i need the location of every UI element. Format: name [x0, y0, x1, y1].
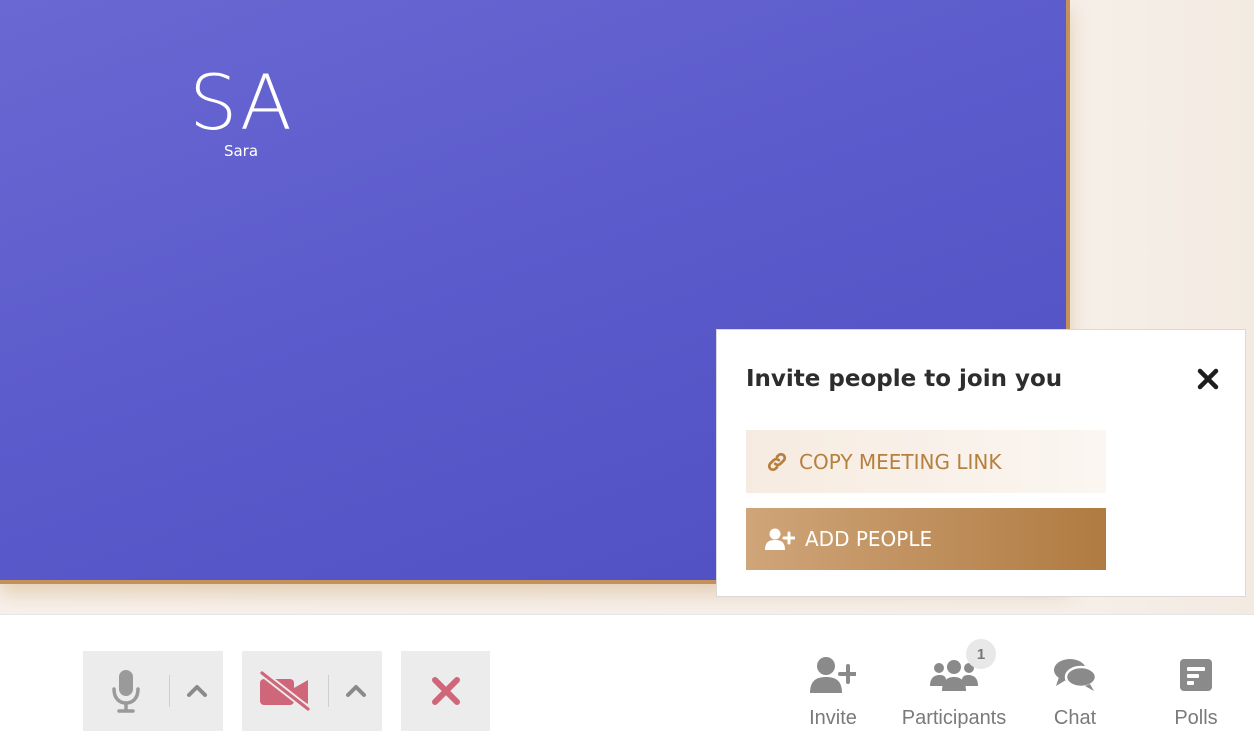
chevron-up-icon	[345, 685, 366, 697]
microphone-icon	[112, 670, 140, 713]
meeting-toolbar: Invite 1 Participants Chat Polls	[0, 614, 1254, 753]
user-plus-icon	[765, 527, 795, 551]
add-people-label: ADD PEOPLE	[805, 527, 933, 551]
chat-label: Chat	[1053, 707, 1097, 729]
participants-count-badge: 1	[966, 639, 996, 669]
copy-meeting-link-button[interactable]: COPY MEETING LINK	[746, 430, 1106, 493]
add-people-button[interactable]: ADD PEOPLE	[746, 508, 1106, 570]
invite-popup-title: Invite people to join you	[746, 366, 1063, 392]
poll-icon	[1180, 659, 1212, 691]
invite-label: Invite	[809, 707, 857, 729]
participants-button[interactable]: 1 Participants	[894, 639, 1014, 730]
link-icon	[765, 450, 789, 474]
polls-button[interactable]: Polls	[1164, 653, 1228, 730]
microphone-options-button[interactable]	[170, 651, 223, 731]
mute-button[interactable]	[83, 651, 169, 731]
user-plus-icon	[810, 657, 856, 693]
chevron-up-icon	[186, 685, 207, 697]
invite-button[interactable]: Invite	[792, 653, 874, 730]
close-popup-button[interactable]	[1195, 366, 1221, 392]
camera-control	[242, 651, 382, 731]
participants-label: Participants	[901, 707, 1007, 729]
microphone-control	[83, 651, 223, 731]
comments-icon	[1054, 659, 1097, 691]
participant-name: Sara	[223, 142, 259, 160]
camera-toggle-button[interactable]	[242, 651, 328, 731]
participant-initials: SA	[189, 58, 293, 147]
polls-label: Polls	[1174, 707, 1218, 729]
close-icon	[431, 677, 460, 705]
leave-meeting-button[interactable]	[401, 651, 490, 731]
copy-meeting-link-label: COPY MEETING LINK	[799, 449, 1002, 474]
chat-button[interactable]: Chat	[1043, 653, 1107, 730]
close-icon	[1197, 368, 1219, 390]
video-off-icon	[258, 671, 312, 711]
invite-popup: Invite people to join you COPY MEETING L…	[716, 329, 1246, 597]
camera-options-button[interactable]	[329, 651, 382, 731]
